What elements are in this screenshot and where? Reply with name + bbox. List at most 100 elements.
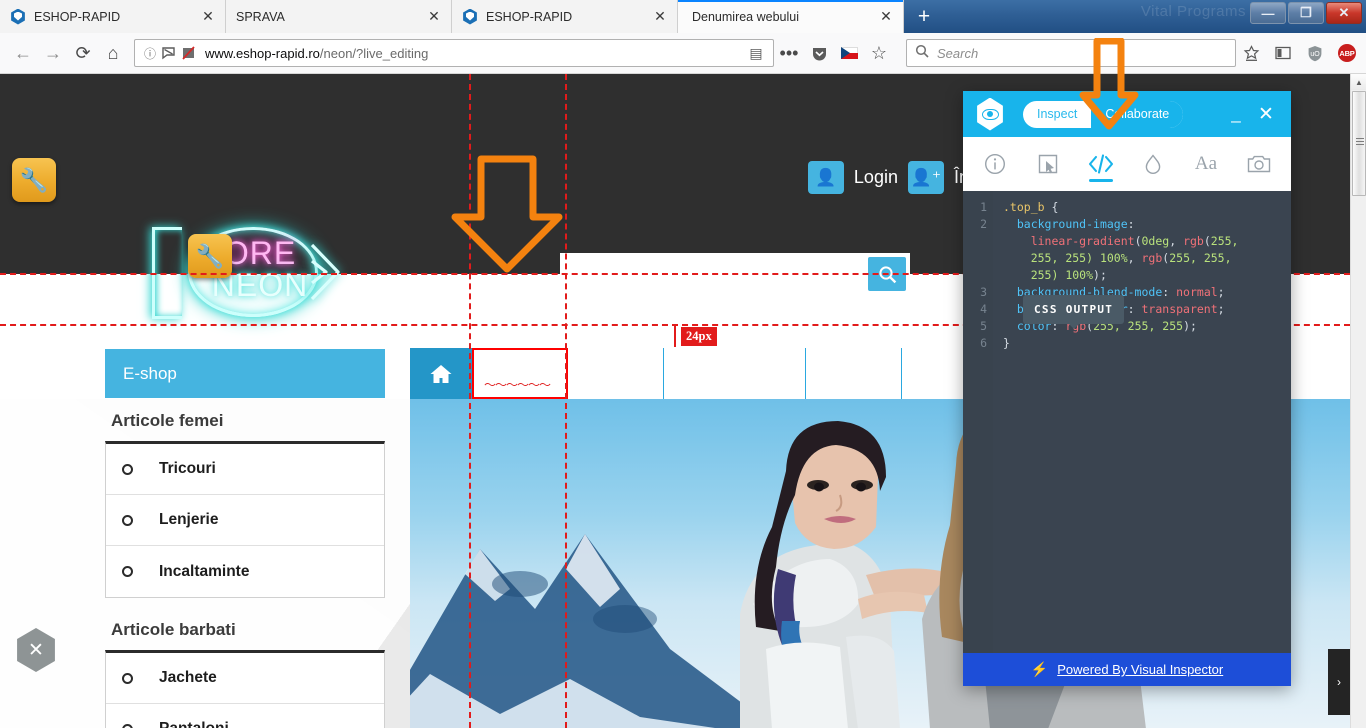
- window-close-button[interactable]: ✕: [1326, 2, 1362, 24]
- window-ghost-title: Vital Programs: [1140, 3, 1246, 20]
- code-line: .top_b {: [1003, 200, 1059, 214]
- tab-title: SPRAVA: [236, 9, 285, 24]
- code-line: background-image:: [1003, 217, 1135, 231]
- camera-icon[interactable]: [1240, 144, 1278, 184]
- line-number: 4: [980, 302, 987, 316]
- color-drop-icon[interactable]: [1134, 144, 1172, 184]
- code-icon[interactable]: [1082, 144, 1120, 184]
- category-title-women: Articole femei: [111, 411, 224, 430]
- scroll-up-arrow[interactable]: ▲: [1351, 74, 1366, 90]
- nav-cell-3[interactable]: [664, 348, 806, 399]
- info-icon[interactable]: ⓘ: [141, 44, 159, 62]
- browser-tab-1[interactable]: ESHOP-RAPID ✕: [0, 0, 226, 33]
- select-element-icon[interactable]: [1029, 144, 1067, 184]
- tab-close-button[interactable]: ✕: [423, 6, 445, 28]
- home-icon[interactable]: ⌂: [98, 38, 128, 68]
- tab-close-button[interactable]: ✕: [197, 6, 219, 28]
- ublock-icon[interactable]: uO: [1300, 38, 1330, 68]
- line-number: 3: [980, 285, 987, 299]
- window-minimize-button[interactable]: —: [1250, 2, 1286, 24]
- window-restore-button[interactable]: ❐: [1288, 2, 1324, 24]
- line-number: 2: [980, 217, 987, 231]
- browser-tab-2[interactable]: SPRAVA ✕: [226, 0, 452, 33]
- new-tab-button[interactable]: +: [904, 0, 944, 33]
- category-label: Pantaloni: [159, 720, 229, 728]
- url-bar[interactable]: ⓘ www.eshop-rapid.ro/neon/?live_editing …: [134, 39, 774, 67]
- page-scrollbar[interactable]: ▲: [1350, 74, 1366, 728]
- category-label: Incaltaminte: [159, 562, 250, 580]
- list-item[interactable]: Lenjerie: [106, 495, 384, 546]
- inspector-footer[interactable]: ⚡ Powered By Visual Inspector: [963, 653, 1291, 686]
- bookmark-star-icon[interactable]: ☆: [864, 38, 894, 68]
- list-item[interactable]: Incaltaminte: [106, 546, 384, 597]
- screenshot-root: Vital Programs ⌄ — ❐ ✕ ESHOP-RAPID ✕ SPR…: [0, 0, 1366, 728]
- measure-tick: [674, 325, 676, 347]
- code-line: linear-gradient(0deg, rgb(255,: [1003, 234, 1239, 248]
- close-icon: ✕: [1338, 5, 1350, 20]
- bolt-icon: ⚡: [1030, 661, 1049, 677]
- inspector-minimize-button[interactable]: _: [1223, 104, 1249, 124]
- bullet-icon: [122, 672, 133, 684]
- home-icon[interactable]: [410, 348, 472, 399]
- code-line: 255) 100%);: [1003, 268, 1107, 282]
- measure-badge: 24px: [681, 327, 717, 346]
- bookmark-icon[interactable]: [1236, 38, 1266, 68]
- powered-by-label[interactable]: Powered By Visual Inspector: [1057, 662, 1223, 677]
- nav-cell-4[interactable]: [806, 348, 902, 399]
- typography-icon[interactable]: Aa: [1187, 144, 1225, 184]
- bullet-icon: [122, 514, 133, 526]
- scrollbar-thumb[interactable]: [1352, 91, 1366, 196]
- eye-hex-icon[interactable]: [977, 97, 1003, 131]
- line-number: 5: [980, 319, 987, 333]
- login-label[interactable]: Login: [854, 167, 898, 188]
- cz-flag-icon[interactable]: [834, 38, 864, 68]
- inspector-close-button[interactable]: ✕: [1253, 103, 1279, 126]
- page-actions-icon[interactable]: •••: [774, 38, 804, 68]
- code-line: }: [1003, 336, 1010, 350]
- list-item[interactable]: Tricouri: [106, 444, 384, 495]
- user-plus-icon[interactable]: 👤⁺: [907, 161, 944, 194]
- script-blocked-icon[interactable]: [179, 44, 197, 62]
- tab-close-button[interactable]: ✕: [875, 6, 897, 28]
- nav-cell-2[interactable]: [568, 348, 664, 399]
- inspector-code-output[interactable]: CSS OUTPUT 1 2 3 4 5 6 .top_b { backgrou…: [963, 191, 1291, 653]
- category-label: Tricouri: [159, 460, 216, 477]
- reader-view-icon[interactable]: ▤: [745, 45, 767, 62]
- annotation-arrow-search: [451, 155, 563, 273]
- eshop-button[interactable]: E-shop: [105, 349, 385, 398]
- line-number: 1: [980, 200, 987, 214]
- visual-inspector-panel: Inspect Collaborate _ ✕ Aa CSS OUTPUT 1 …: [963, 91, 1291, 686]
- tab-title: Denumirea webului: [692, 9, 800, 24]
- search-icon: [915, 44, 929, 63]
- nav-cell-selected[interactable]: 〜〜〜〜〜〜 〜〜: [472, 348, 568, 409]
- forward-icon[interactable]: →: [38, 38, 68, 68]
- svg-text:uO: uO: [1310, 51, 1320, 58]
- browser-tab-3[interactable]: ESHOP-RAPID ✕: [452, 0, 678, 33]
- pocket-icon[interactable]: [804, 38, 834, 68]
- tab-title: ESHOP-RAPID: [34, 9, 121, 24]
- wrench-icon[interactable]: 🔧: [12, 158, 56, 202]
- adblock-plus-icon[interactable]: ABP: [1332, 38, 1362, 68]
- shield-hex-icon: [10, 8, 26, 25]
- back-icon[interactable]: ←: [8, 38, 38, 68]
- bullet-icon: [122, 566, 133, 577]
- wrench-icon-logo[interactable]: 🔧: [188, 234, 232, 278]
- reload-icon[interactable]: ⟳: [68, 38, 98, 68]
- logo-arrow-icon: [308, 241, 364, 303]
- bullet-icon: [122, 463, 133, 475]
- tab-close-button[interactable]: ✕: [649, 6, 671, 28]
- browser-search-box[interactable]: Search: [906, 39, 1236, 67]
- info-icon[interactable]: [976, 144, 1014, 184]
- shield-flag-icon[interactable]: [160, 44, 178, 62]
- restore-icon: ❐: [1300, 5, 1312, 20]
- browser-tab-4-active[interactable]: Denumirea webului ✕: [678, 0, 904, 33]
- list-item[interactable]: Pantaloni: [106, 704, 384, 728]
- shield-hex-icon: [462, 8, 478, 25]
- code-line-numbers: 1 2 3 4 5 6: [963, 191, 993, 653]
- search-placeholder: Search: [937, 45, 979, 61]
- hero-nav-arrow[interactable]: ›: [1328, 649, 1350, 715]
- user-icon[interactable]: 👤: [807, 161, 844, 194]
- url-path: /neon/?live_editing: [319, 45, 429, 61]
- list-item[interactable]: Jachete: [106, 653, 384, 704]
- sidebar-icon[interactable]: [1268, 38, 1298, 68]
